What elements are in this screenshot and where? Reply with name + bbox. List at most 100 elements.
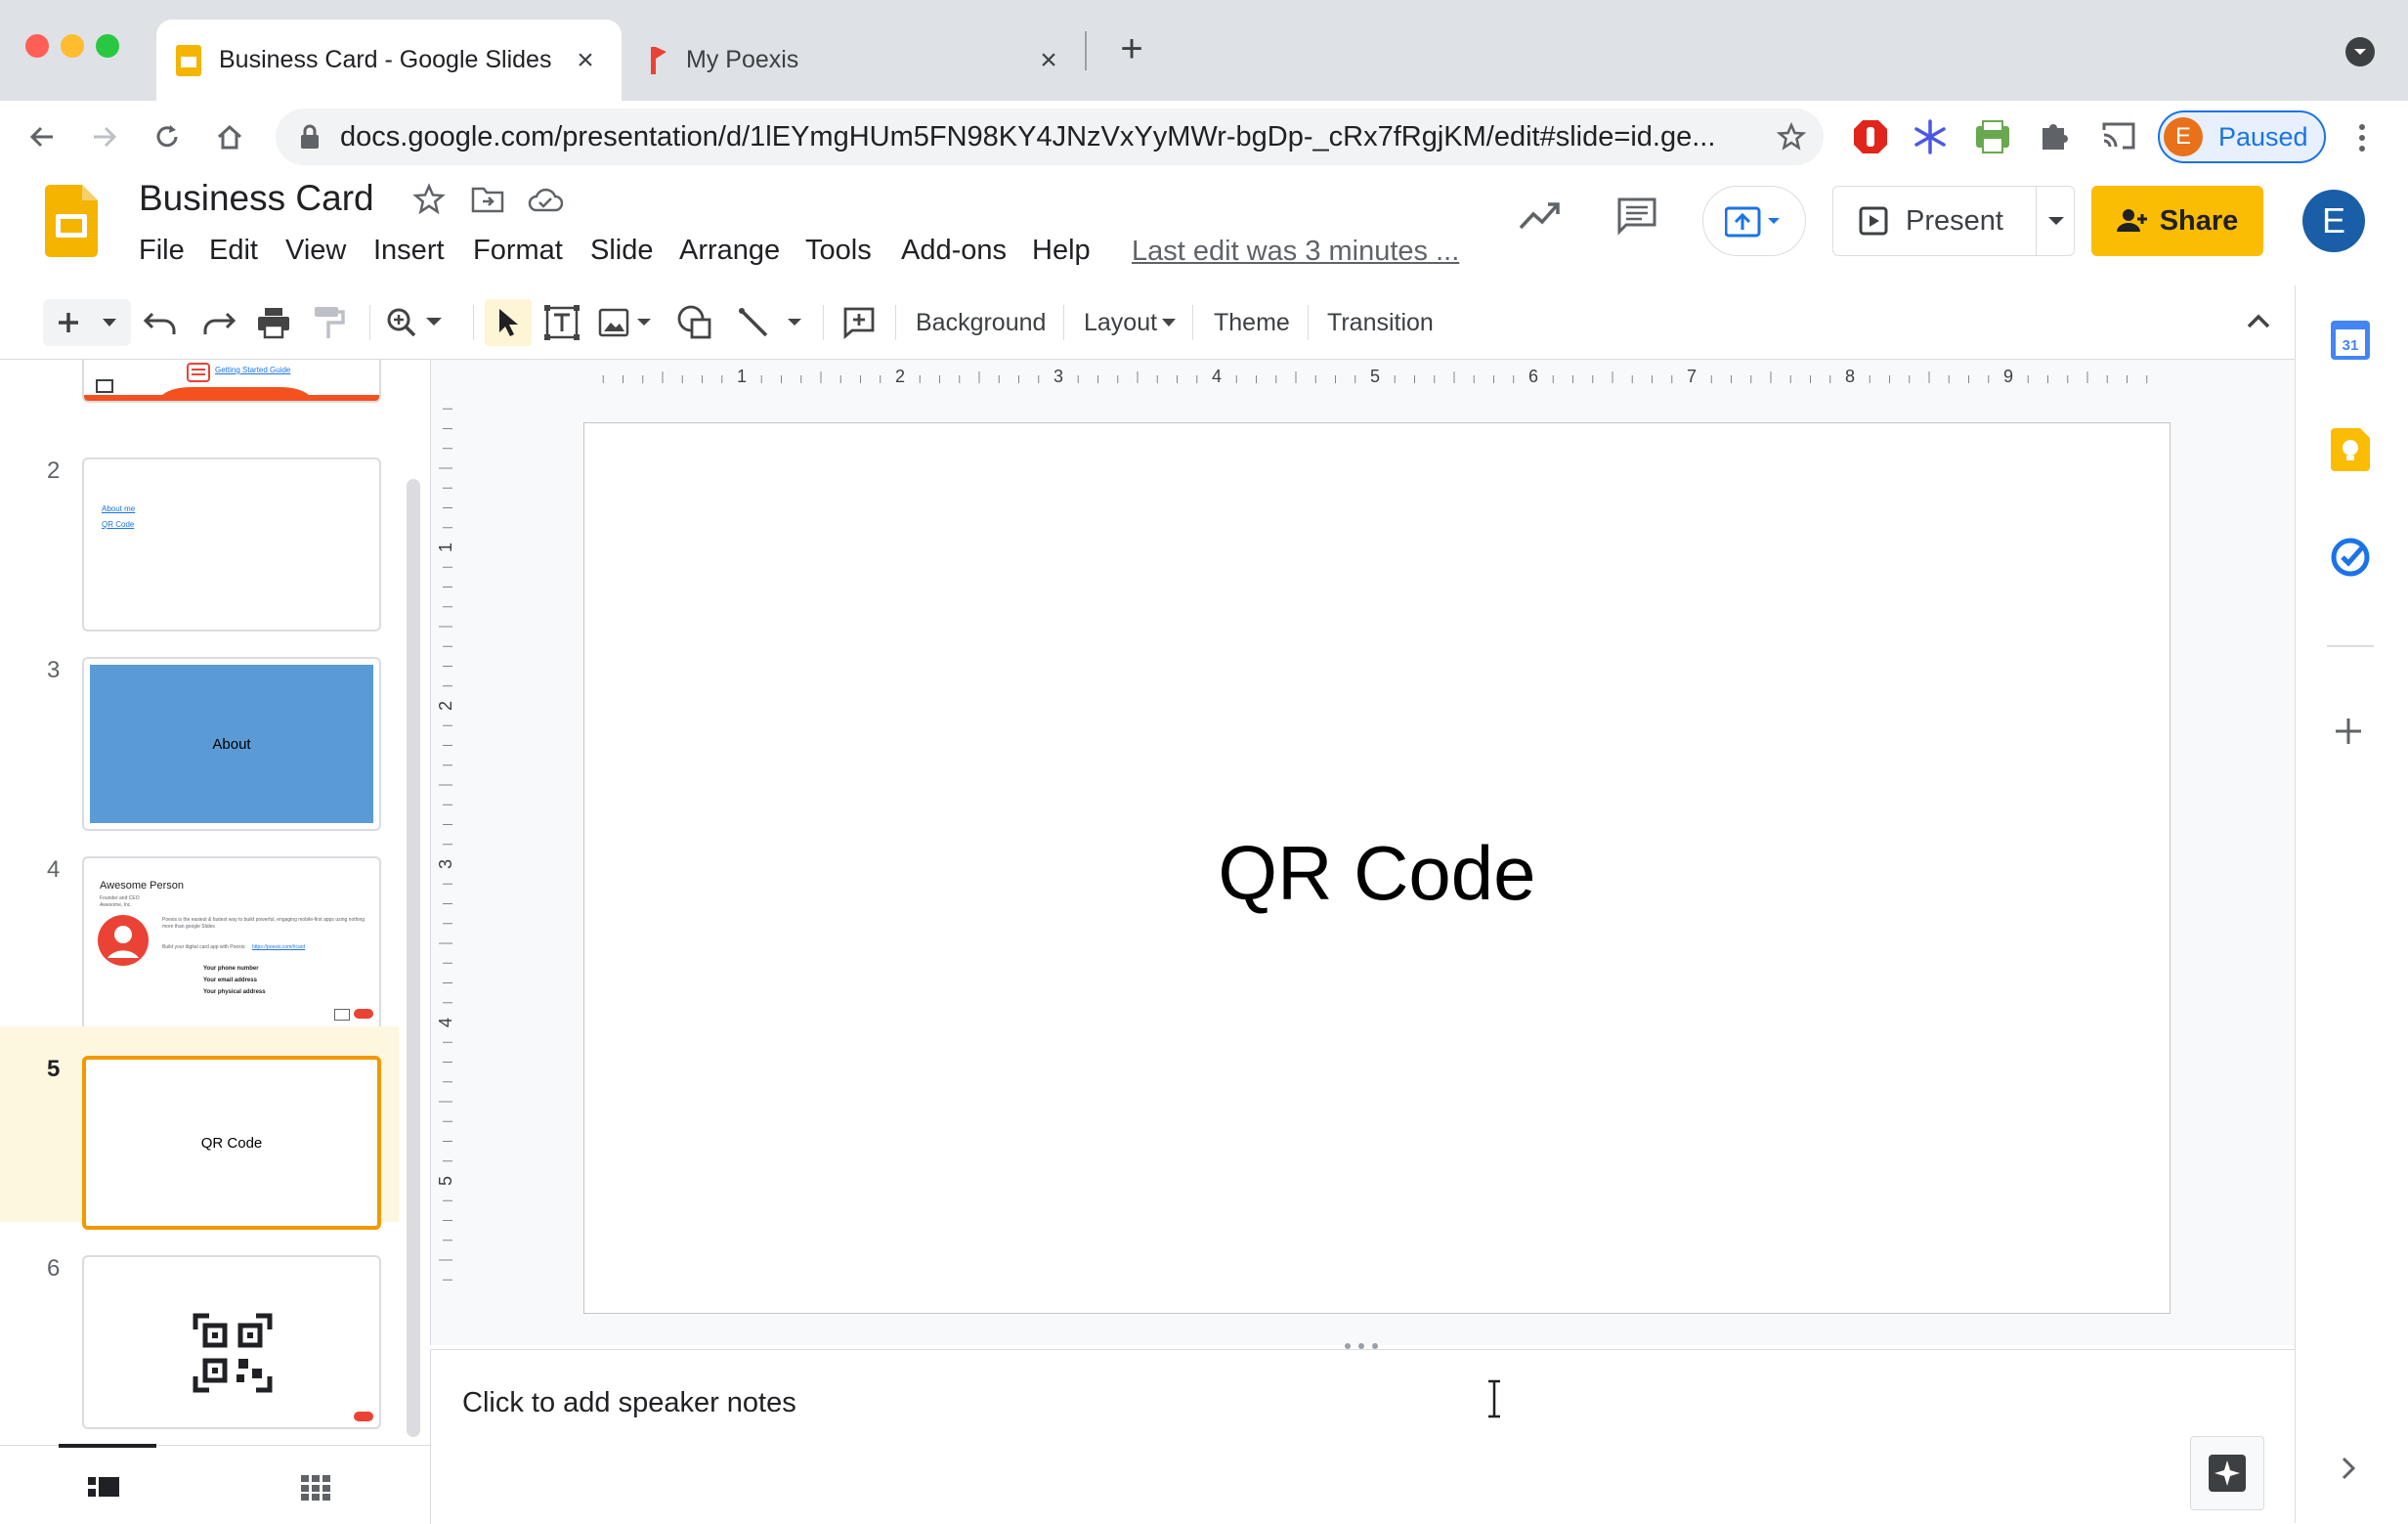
get-add-ons-button[interactable] xyxy=(2333,716,2364,747)
collapse-toolbar-icon[interactable] xyxy=(2244,309,2273,334)
puzzle-extensions-icon[interactable] xyxy=(2037,118,2072,153)
new-tab-button[interactable]: + xyxy=(1112,29,1151,70)
slide-title-text[interactable]: QR Code xyxy=(584,423,2170,1313)
speaker-notes-panel[interactable]: Click to add speaker notes xyxy=(430,1343,2296,1524)
browser-tab-slides[interactable]: Business Card - Google Slides × xyxy=(156,20,622,101)
slide-number: 3 xyxy=(47,657,61,683)
tab-search-button[interactable] xyxy=(2345,37,2375,66)
shape-button[interactable] xyxy=(676,303,713,342)
slide-thumbnail-2[interactable]: About me QR Code xyxy=(82,457,381,631)
filmstrip-scrollbar[interactable] xyxy=(407,479,420,1437)
notes-resize-handle[interactable] xyxy=(1340,1340,1383,1352)
new-slide-button[interactable] xyxy=(43,299,131,346)
editing-toolbar: Background Layout Theme Transition xyxy=(0,285,2295,360)
vertical-ruler[interactable]: 1 2 3 4 5 xyxy=(433,389,458,1288)
chevron-right-icon xyxy=(2342,1457,2356,1480)
menu-insert[interactable]: Insert xyxy=(373,235,445,267)
slide-thumbnail-4[interactable]: Awesome Person Founder and CEO Awesome, … xyxy=(82,856,381,1030)
move-folder-icon[interactable] xyxy=(471,185,504,214)
comment-icon[interactable] xyxy=(1616,196,1657,236)
activity-trend-icon[interactable] xyxy=(1519,198,1562,234)
document-title[interactable]: Business Card xyxy=(139,178,374,219)
present-dropdown-button[interactable] xyxy=(2036,186,2076,256)
filmstrip-view-button[interactable] xyxy=(88,1475,119,1499)
menu-add-ons[interactable]: Add-ons xyxy=(901,235,1007,267)
slide-thumbnail-6[interactable] xyxy=(82,1255,381,1429)
theme-button[interactable]: Theme xyxy=(1214,303,1290,342)
tasks-app-icon[interactable] xyxy=(2331,538,2370,577)
menu-file[interactable]: File xyxy=(139,235,185,267)
address-bar[interactable]: docs.google.com/presentation/d/1lEYmgHUm… xyxy=(276,109,1824,165)
ruler-label: 4 xyxy=(436,1018,455,1027)
line-button[interactable] xyxy=(737,303,809,342)
browser-menu-button[interactable] xyxy=(2347,118,2377,157)
star-icon[interactable] xyxy=(412,183,446,216)
card-build-link: https://poexis.com/#card xyxy=(252,944,306,950)
side-panel: 31 xyxy=(2295,285,2408,1523)
close-tab-icon[interactable]: × xyxy=(571,44,600,76)
forward-button[interactable] xyxy=(84,116,125,157)
account-avatar[interactable]: E xyxy=(2302,190,2365,252)
ruler-label: 9 xyxy=(2003,367,2013,386)
meet-present-button[interactable] xyxy=(1702,186,1806,256)
close-window-button[interactable] xyxy=(25,34,49,58)
bookmark-star-icon[interactable] xyxy=(1777,122,1806,152)
menu-view[interactable]: View xyxy=(285,235,346,267)
undo-button[interactable] xyxy=(143,303,178,342)
text-box-button[interactable] xyxy=(543,303,580,342)
redo-button[interactable] xyxy=(201,303,236,342)
slide-thumbnail-1[interactable]: Getting Started Guide xyxy=(82,360,381,403)
home-button[interactable] xyxy=(209,116,250,157)
paint-format-button[interactable] xyxy=(313,303,346,342)
slides-logo-icon[interactable] xyxy=(45,185,98,257)
tab-divider xyxy=(1085,31,1087,70)
transition-button[interactable]: Transition xyxy=(1327,303,1434,342)
snowflake-extension-icon[interactable] xyxy=(1912,118,1949,155)
adblock-extension-icon[interactable] xyxy=(1852,118,1889,155)
card-subtitle: Founder and CEO xyxy=(100,895,140,901)
arrow-right-icon xyxy=(94,126,117,148)
menu-format[interactable]: Format xyxy=(473,235,563,267)
add-comment-button[interactable] xyxy=(842,303,876,342)
horizontal-ruler[interactable]: 1 2 3 4 5 6 7 8 9 xyxy=(583,364,2171,389)
maximize-window-button[interactable] xyxy=(96,34,119,58)
browser-tab-poexis[interactable]: My Poexis × xyxy=(635,20,1085,101)
back-button[interactable] xyxy=(22,116,63,157)
minimize-window-button[interactable] xyxy=(61,34,84,58)
background-button[interactable]: Background xyxy=(916,303,1046,342)
keep-app-icon[interactable] xyxy=(2331,428,2370,471)
reload-button[interactable] xyxy=(147,116,188,157)
speaker-notes-placeholder[interactable]: Click to add speaker notes xyxy=(462,1387,796,1419)
ruler-label: 1 xyxy=(436,543,455,552)
menu-arrange[interactable]: Arrange xyxy=(679,235,780,267)
menu-tools[interactable]: Tools xyxy=(805,235,872,267)
calendar-app-icon[interactable]: 31 xyxy=(2331,321,2370,360)
slide-canvas[interactable]: QR Code xyxy=(583,422,2171,1314)
qr-code-icon xyxy=(193,1313,273,1393)
zoom-button[interactable] xyxy=(385,303,448,342)
about-slide-label: About xyxy=(212,735,251,753)
print-friendly-extension-icon[interactable] xyxy=(1974,118,2011,155)
last-edit-link[interactable]: Last edit was 3 minutes ... xyxy=(1132,236,1459,268)
slide-thumbnail-3[interactable]: About xyxy=(82,657,381,831)
explore-button[interactable] xyxy=(2190,1436,2264,1510)
menu-help[interactable]: Help xyxy=(1032,235,1091,267)
share-button[interactable]: Share xyxy=(2091,186,2263,256)
menu-edit[interactable]: Edit xyxy=(209,235,258,267)
cast-icon[interactable] xyxy=(2101,120,2136,152)
layout-button[interactable]: Layout xyxy=(1084,303,1177,342)
insert-image-button[interactable] xyxy=(598,303,661,342)
select-tool-button[interactable] xyxy=(485,299,532,346)
show-side-panel-button[interactable] xyxy=(2337,1455,2360,1482)
ruler-label: 2 xyxy=(895,367,905,386)
profile-button[interactable]: E Paused xyxy=(2158,110,2326,163)
menu-slide[interactable]: Slide xyxy=(590,235,654,267)
ruler-label: 4 xyxy=(1212,367,1222,386)
cloud-saved-icon[interactable] xyxy=(528,187,563,212)
ruler-label: 7 xyxy=(1687,367,1697,386)
slide-thumbnail-5[interactable]: QR Code xyxy=(82,1056,381,1230)
grid-view-button[interactable] xyxy=(301,1475,330,1501)
close-tab-icon[interactable]: × xyxy=(1034,44,1063,76)
browser-tab-strip: Business Card - Google Slides × My Poexi… xyxy=(0,0,2408,101)
print-button[interactable] xyxy=(256,303,291,342)
